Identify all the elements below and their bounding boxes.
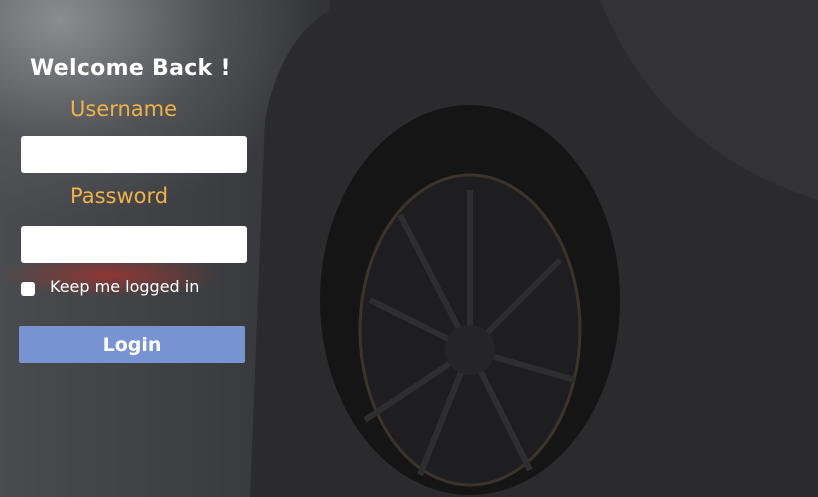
password-label: Password <box>70 184 169 208</box>
welcome-title: Welcome Back ! <box>30 56 231 81</box>
keep-logged-in-label: Keep me logged in <box>50 277 200 296</box>
login-button[interactable]: Login <box>19 326 245 363</box>
username-label: Username <box>70 97 178 121</box>
keep-logged-in-checkbox[interactable] <box>21 282 35 296</box>
username-input[interactable] <box>21 136 247 173</box>
password-input[interactable] <box>21 226 247 263</box>
